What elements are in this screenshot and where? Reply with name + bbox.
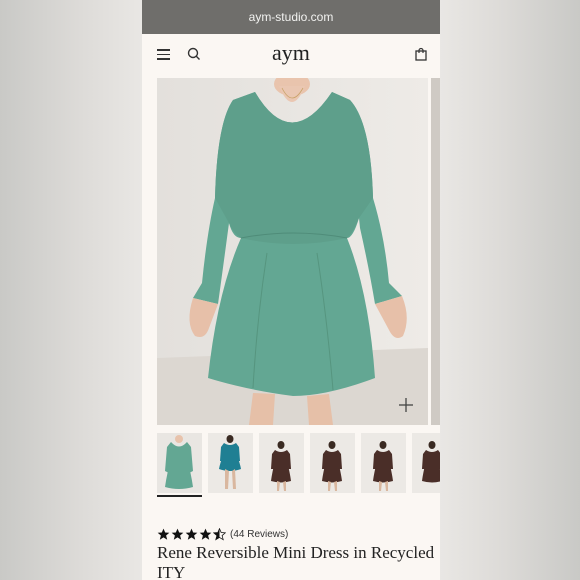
star-icon <box>185 528 198 540</box>
browser-url-bar[interactable]: aym-studio.com <box>142 0 440 34</box>
thumb-brown-4[interactable] <box>412 433 440 493</box>
active-thumbnail-indicator <box>157 495 202 497</box>
star-icon <box>199 528 212 540</box>
url-text: aym-studio.com <box>248 10 334 24</box>
background-left <box>0 0 142 580</box>
star-icon <box>171 528 184 540</box>
rating-row[interactable]: (44 Reviews) <box>157 526 288 542</box>
site-logo[interactable]: aym <box>142 40 440 66</box>
phone-screen: aym-studio.com aym (44 Reviews) Rene Rev… <box>142 0 440 580</box>
product-main-image[interactable] <box>157 78 428 425</box>
site-header: aym <box>142 34 440 76</box>
half-star-icon <box>213 527 226 541</box>
thumb-green-front[interactable] <box>157 433 202 493</box>
product-title: Rene Reversible Mini Dress in Recycled I… <box>157 543 435 580</box>
reviews-count[interactable]: (44 Reviews) <box>230 529 288 540</box>
thumbnail-strip <box>157 433 440 498</box>
plus-icon[interactable] <box>398 397 414 413</box>
star-icon <box>157 528 170 540</box>
thumb-brown-2[interactable] <box>310 433 355 493</box>
background-right <box>440 0 580 580</box>
shopping-bag-icon[interactable] <box>413 46 431 64</box>
thumb-brown-3[interactable] <box>361 433 406 493</box>
next-image-peek[interactable] <box>431 78 440 425</box>
thumb-brown-1[interactable] <box>259 433 304 493</box>
thumb-teal-full[interactable] <box>208 433 253 493</box>
